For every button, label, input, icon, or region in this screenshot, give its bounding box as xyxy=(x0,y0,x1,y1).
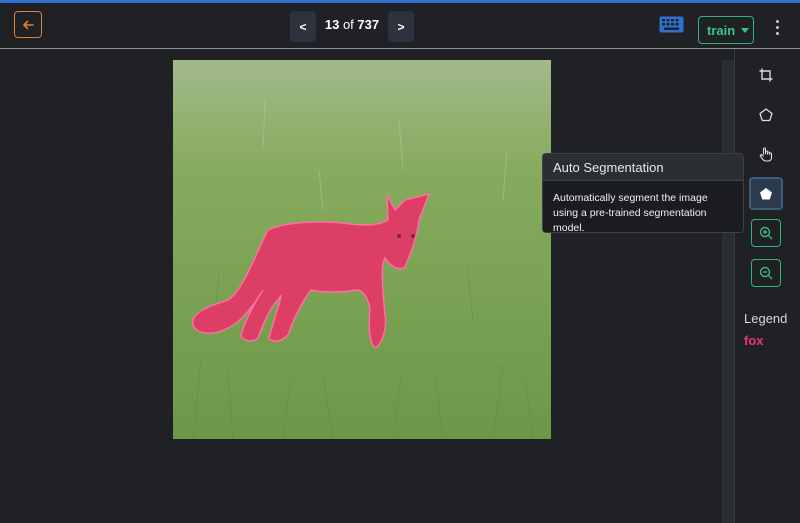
zoom-out-button[interactable] xyxy=(751,259,781,287)
next-image-button[interactable]: > xyxy=(388,11,414,42)
back-button[interactable] xyxy=(14,11,42,38)
pan-tool-button[interactable] xyxy=(750,140,782,169)
previous-image-button[interactable]: < xyxy=(290,11,316,42)
zoom-in-button[interactable] xyxy=(751,219,781,247)
counter-of: of xyxy=(342,17,354,32)
polygon-tool-button[interactable] xyxy=(750,100,782,129)
keyboard-icon[interactable] xyxy=(659,16,684,33)
vertical-scrollbar[interactable] xyxy=(722,60,734,523)
polygon-icon xyxy=(759,107,773,121)
tooltip-body: Automatically segment the image using a … xyxy=(553,192,708,234)
more-vertical-icon[interactable] xyxy=(773,20,781,40)
chevron-down-icon xyxy=(741,27,750,33)
zoom-in-icon xyxy=(759,226,773,240)
total-count: 737 xyxy=(357,17,380,32)
annotated-image[interactable] xyxy=(173,60,551,439)
top-bar: < 13 of 737 > train xyxy=(0,3,800,48)
auto-segmentation-tooltip: Auto Segmentation Automatically segment … xyxy=(542,153,744,234)
auto-segmentation-icon xyxy=(760,187,772,199)
split-label: train xyxy=(707,22,736,38)
legend-title: Legend xyxy=(744,311,788,326)
auto-segmentation-button[interactable] xyxy=(749,177,783,210)
legend-item-fox[interactable]: fox xyxy=(744,333,764,348)
hand-pointer-icon xyxy=(759,147,773,162)
dataset-split-dropdown[interactable]: train xyxy=(698,16,754,44)
arrow-left-icon xyxy=(23,20,34,29)
toolbar-divider xyxy=(734,49,735,523)
image-counter: 13 of 737 xyxy=(322,17,382,32)
tooltip-title: Auto Segmentation xyxy=(543,154,743,181)
image-content xyxy=(173,60,551,439)
current-index: 13 xyxy=(324,17,340,32)
crop-tool-button[interactable] xyxy=(750,60,782,89)
zoom-out-icon xyxy=(759,266,773,280)
crop-icon xyxy=(759,68,773,81)
